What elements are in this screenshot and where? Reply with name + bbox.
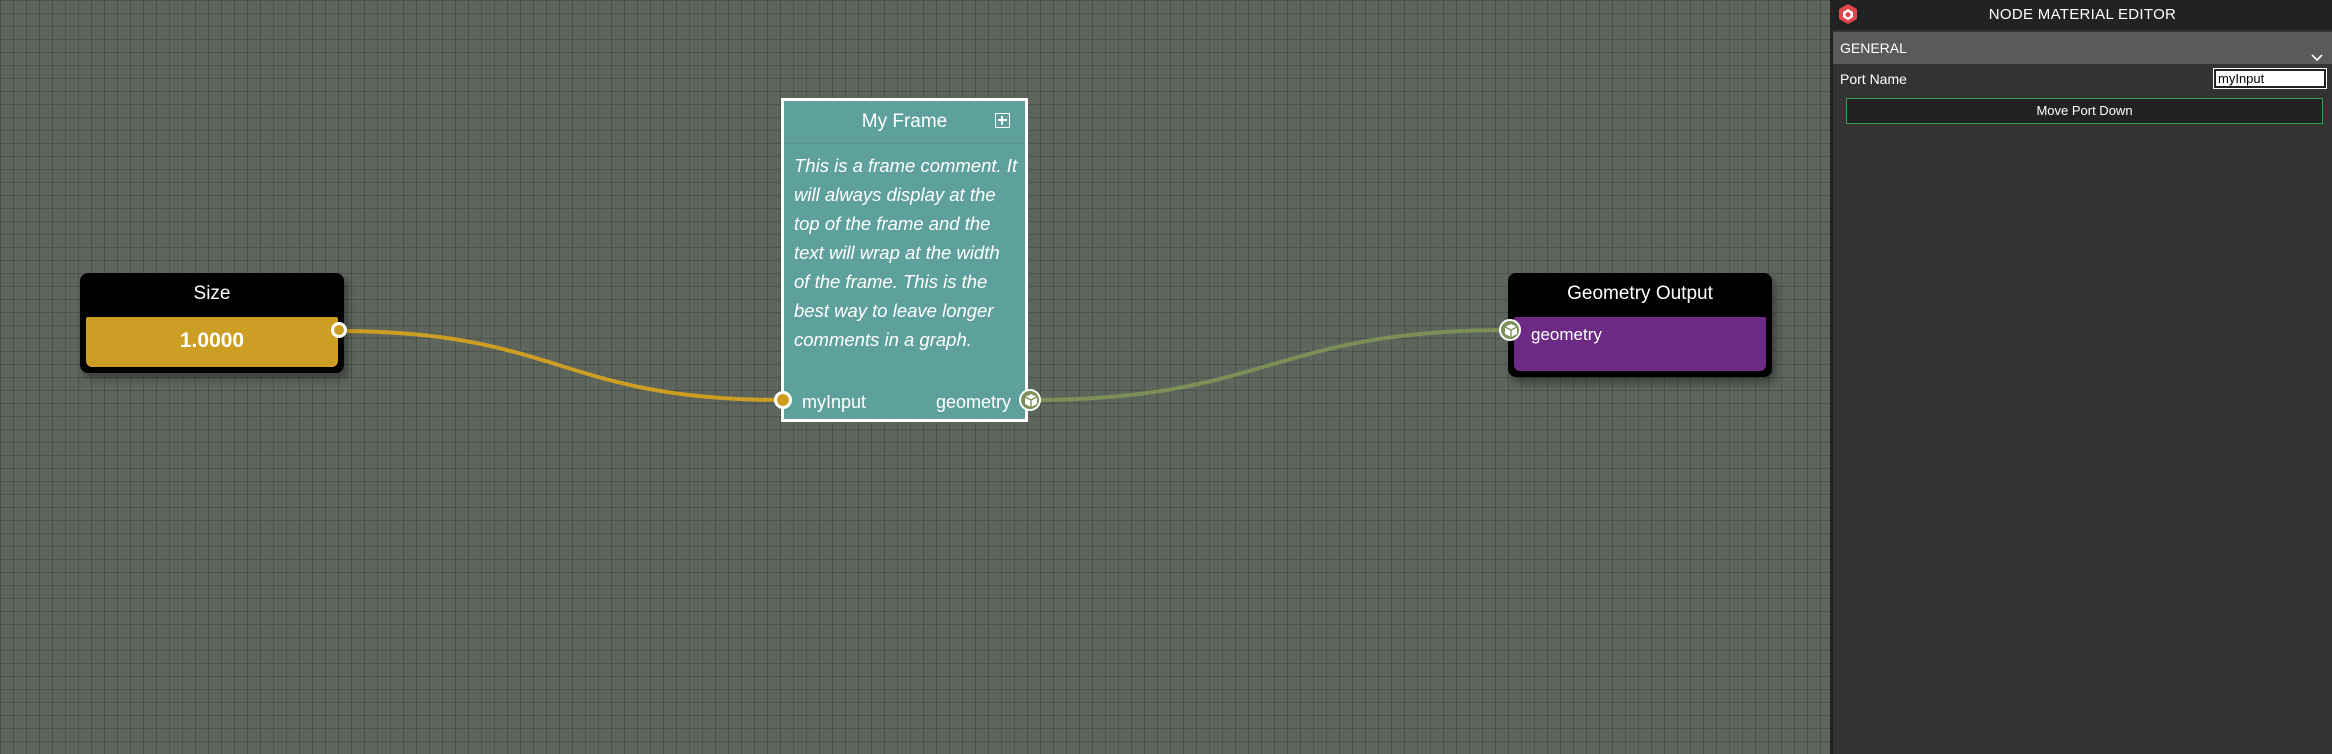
geometry-output-body: geometry [1514,317,1766,371]
link-size-to-frame[interactable] [337,329,783,402]
frame-comment: This is a frame comment. It will always … [794,155,1018,350]
frame-input-port-label: myInput [802,392,867,412]
port-name-label: Port Name [1840,71,1907,87]
frame-output-port-label: geometry [935,392,1011,412]
frame-my-frame[interactable]: My Frame This is a frame comment. It wil… [781,98,1028,422]
frame-expand-icon[interactable] [995,113,1010,128]
frame-output-port-geometry-icon[interactable] [1019,389,1041,411]
geometry-input-port-label: geometry [1531,325,1602,344]
property-panel: NODE MATERIAL EDITOR GENERAL Port Name M… [1830,0,2332,754]
size-node[interactable]: Size 1.0000 [80,273,344,373]
graph-canvas[interactable]: Size 1.0000 My Frame This is a frame com… [0,0,1830,754]
size-output-port[interactable] [331,322,347,338]
link-frame-to-geometry[interactable] [1029,328,1511,402]
section-general[interactable]: GENERAL [1833,32,2332,64]
section-general-label: GENERAL [1840,40,1907,56]
geometry-output-node[interactable]: Geometry Output geometry [1508,273,1772,377]
frame-input-port[interactable] [774,391,792,409]
size-value[interactable]: 1.0000 [86,317,338,367]
move-port-down-button[interactable]: Move Port Down [1846,98,2323,124]
geometry-output-title: Geometry Output [1510,275,1770,313]
size-node-title: Size [82,275,342,313]
frame-title: My Frame [861,111,948,132]
geometry-input-port-icon[interactable] [1499,319,1521,341]
port-name-input[interactable] [2213,68,2327,89]
panel-title: NODE MATERIAL EDITOR [1988,6,2177,23]
port-name-row: Port Name [1833,64,2332,94]
panel-header: NODE MATERIAL EDITOR [1833,0,2332,30]
frame-header[interactable]: My Frame [784,101,1025,144]
